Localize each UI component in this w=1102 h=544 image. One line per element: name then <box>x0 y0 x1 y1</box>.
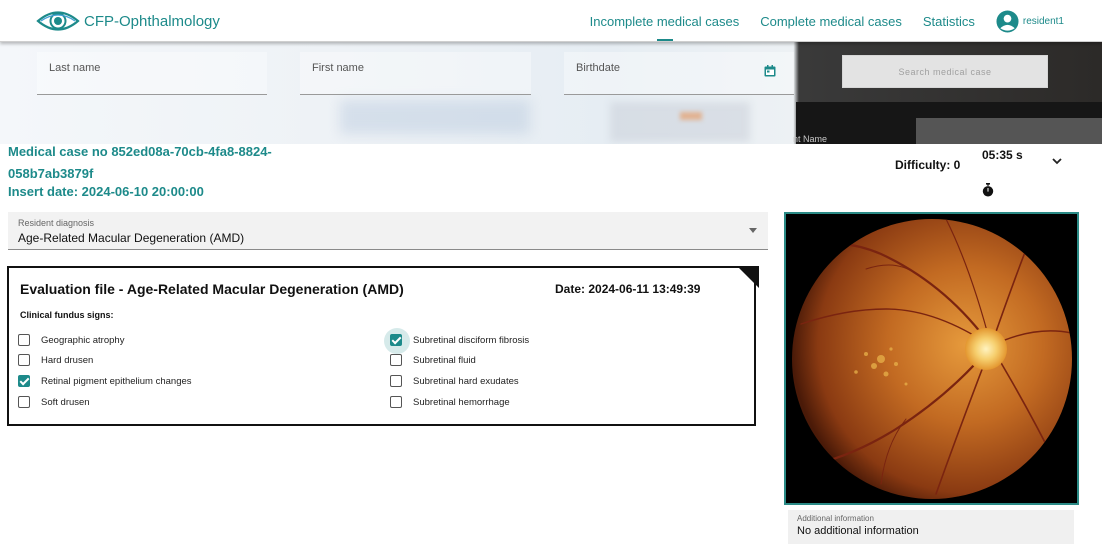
app-name: CFP-Ophthalmology <box>84 12 220 30</box>
chevron-down-icon[interactable] <box>1051 156 1063 166</box>
checkbox-subretinal-hard-exudates[interactable] <box>390 375 402 387</box>
sign-label: Subretinal hemorrhage <box>413 396 510 408</box>
nav-incomplete-cases[interactable]: Incomplete medical cases <box>590 14 739 41</box>
case-title: Medical case no 852ed08a-70cb-4fa8-8824-… <box>8 144 272 181</box>
top-app-bar: CFP-Ophthalmology Incomplete medical cas… <box>0 0 1102 42</box>
background-blur <box>610 102 750 142</box>
additional-information-field: Additional information No additional inf… <box>788 510 1074 544</box>
stopwatch-icon <box>982 183 994 197</box>
sign-hard-drusen: Hard drusen <box>18 354 93 366</box>
retina-photo <box>792 219 1072 499</box>
background-text: nt Name <box>793 134 828 144</box>
search-medical-case-button[interactable]: Search medical case <box>842 55 1048 88</box>
background-blur <box>340 100 530 134</box>
user-name: resident1 <box>1022 15 1064 27</box>
evaluation-title: Evaluation file - Age-Related Macular De… <box>20 281 404 297</box>
checkbox-soft-drusen[interactable] <box>18 396 30 408</box>
sign-label: Subretinal fluid <box>413 354 476 366</box>
fundus-image[interactable] <box>784 212 1079 505</box>
first-name-input[interactable]: First name <box>300 52 531 95</box>
checkbox-rpe-changes[interactable] <box>18 375 30 387</box>
sign-label: Subretinal disciform fibrosis <box>413 334 530 346</box>
checkbox-subretinal-fluid[interactable] <box>390 354 402 366</box>
card-corner-fold <box>737 266 759 288</box>
checkbox-subretinal-hemorrhage[interactable] <box>390 396 402 408</box>
background-monitor-screen <box>916 118 1102 144</box>
sign-label: Hard drusen <box>41 354 94 366</box>
sign-subretinal-hard-exudates: Subretinal hard exudates <box>390 375 519 387</box>
sign-label: Soft drusen <box>41 396 90 408</box>
main-nav: Incomplete medical cases Complete medica… <box>590 0 1102 42</box>
clinical-signs-label: Clinical fundus signs: <box>20 310 114 320</box>
birthdate-input[interactable]: Birthdate <box>564 52 794 95</box>
sign-subretinal-fluid: Subretinal fluid <box>390 354 476 366</box>
user-menu[interactable]: resident1 <box>996 9 1064 33</box>
sign-label: Retinal pigment epithelium changes <box>41 375 192 387</box>
evaluation-file-card: Evaluation file - Age-Related Macular De… <box>7 266 759 426</box>
background-blur <box>680 112 702 120</box>
checkbox-hard-drusen[interactable] <box>18 354 30 366</box>
difficulty-label: Difficulty: 0 <box>895 158 961 172</box>
medical-case-panel: Medical case no 852ed08a-70cb-4fa8-8824-… <box>0 144 1094 544</box>
insert-date: Insert date: 2024-06-10 20:00:00 <box>8 184 204 199</box>
sign-rpe-changes: Retinal pigment epithelium changes <box>18 375 192 387</box>
sign-soft-drusen: Soft drusen <box>18 396 90 408</box>
nav-statistics[interactable]: Statistics <box>923 14 975 29</box>
calendar-icon[interactable] <box>764 65 776 77</box>
account-circle-icon <box>996 9 1019 33</box>
sign-label: Geographic atrophy <box>41 334 125 346</box>
sign-label: Subretinal hard exudates <box>413 375 519 387</box>
sign-subretinal-disciform-fibrosis: Subretinal disciform fibrosis <box>384 328 530 354</box>
last-name-input[interactable]: Last name <box>37 52 267 95</box>
sign-subretinal-hemorrhage: Subretinal hemorrhage <box>390 396 510 408</box>
eye-logo-icon <box>36 11 80 31</box>
app-logo[interactable]: CFP-Ophthalmology <box>36 8 220 34</box>
focus-ripple <box>384 328 410 354</box>
resident-diagnosis-select[interactable]: Resident diagnosis Age-Related Macular D… <box>8 212 768 250</box>
resident-diagnosis-value: Age-Related Macular Degeneration (AMD) <box>18 231 245 245</box>
checkbox-geographic-atrophy[interactable] <box>18 334 30 346</box>
dropdown-arrow-icon <box>749 228 757 233</box>
sign-geographic-atrophy: Geographic atrophy <box>18 334 124 346</box>
case-timer: 05:35 s <box>982 148 1023 162</box>
resident-diagnosis-label: Resident diagnosis <box>18 218 95 228</box>
nav-complete-cases[interactable]: Complete medical cases <box>760 14 902 29</box>
additional-information-value: No additional information <box>797 525 919 537</box>
additional-information-label: Additional information <box>797 514 874 523</box>
checkbox-subretinal-disciform-fibrosis[interactable] <box>384 328 410 354</box>
evaluation-date: Date: 2024-06-11 13:49:39 <box>555 282 701 296</box>
